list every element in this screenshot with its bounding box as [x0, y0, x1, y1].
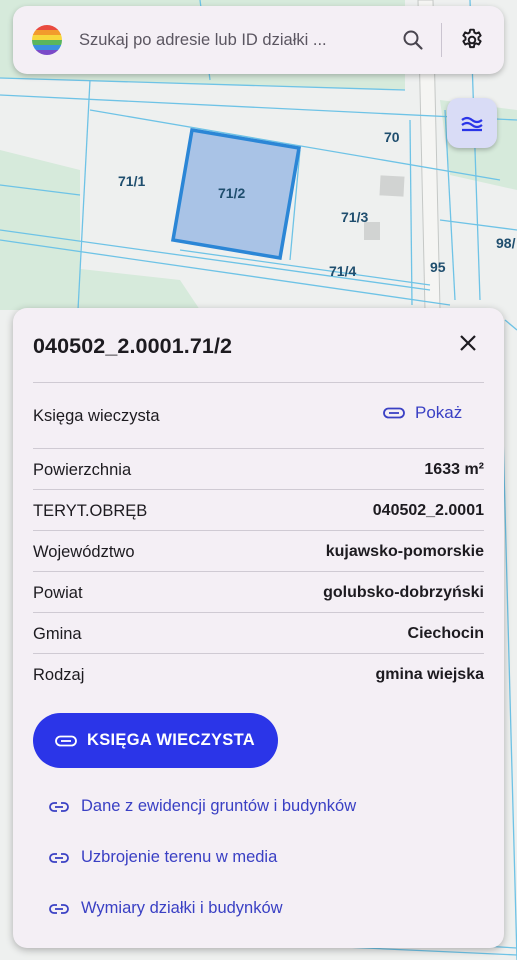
show-link-label: Pokaż: [415, 403, 463, 422]
layers-icon: [461, 116, 483, 132]
gear-icon[interactable]: [452, 20, 492, 60]
row-label: Województwo: [33, 543, 135, 561]
row-value: Ciechocin: [407, 625, 484, 642]
parcel-label: 71/4: [329, 263, 356, 279]
search-input[interactable]: [79, 30, 393, 50]
link-icon: [49, 852, 69, 863]
row-label: TERYT.OBRĘB: [33, 502, 148, 520]
cadastral-data-link[interactable]: Dane z ewidencji gruntów i budynków: [49, 797, 356, 816]
divider: [33, 489, 484, 490]
building: [379, 175, 405, 197]
divider: [33, 571, 484, 572]
divider: [33, 530, 484, 531]
link-label: Wymiary działki i budynków: [81, 899, 283, 917]
parcel-label: 71/3: [341, 209, 368, 225]
divider: [33, 382, 484, 383]
divider: [33, 612, 484, 613]
parcel-info-panel: 040502_2.0001.71/2 Księga wieczysta Poka…: [13, 308, 504, 948]
land-register-button-label: KSIĘGA WIECZYSTA: [87, 731, 255, 749]
parcel-label: 98/: [496, 235, 516, 251]
show-land-register-link[interactable]: Pokaż: [383, 403, 462, 423]
row-label: Rodzaj: [33, 666, 85, 684]
divider: [33, 448, 484, 449]
row-label: Księga wieczysta: [33, 407, 160, 425]
dimensions-link[interactable]: Wymiary działki i budynków: [49, 899, 283, 918]
link-icon: [49, 903, 69, 914]
search-bar: [13, 6, 504, 74]
link-label: Uzbrojenie terenu w media: [81, 848, 278, 866]
search-icon[interactable]: [393, 20, 433, 60]
row-value: 1633 m²: [424, 461, 484, 478]
row-value: 040502_2.0001: [372, 502, 484, 519]
land-register-button[interactable]: KSIĘGA WIECZYSTA: [33, 713, 278, 768]
row-value: gmina wiejska: [375, 666, 485, 683]
link-icon: [49, 801, 69, 812]
parcel-label: 71/2: [218, 185, 245, 201]
link-label: Dane z ewidencji gruntów i budynków: [81, 797, 357, 815]
row-label: Powierzchnia: [33, 461, 132, 479]
layers-button[interactable]: [447, 98, 497, 148]
close-icon[interactable]: [453, 328, 483, 358]
link-icon: [55, 735, 77, 746]
utilities-link[interactable]: Uzbrojenie terenu w media: [49, 848, 277, 867]
panel-title: 040502_2.0001.71/2: [33, 334, 233, 358]
parcel-label: 71/1: [118, 173, 145, 189]
parcel-label: 70: [384, 129, 400, 145]
row-label: Powiat: [33, 584, 83, 602]
link-icon: [383, 407, 405, 419]
search-divider: [441, 23, 442, 57]
row-value: kujawsko-pomorskie: [325, 543, 484, 560]
row-label: Gmina: [33, 625, 82, 643]
parcel-label: 95: [430, 259, 446, 275]
row-value: golubsko-dobrzyński: [323, 584, 484, 601]
rainbow-stripes-logo[interactable]: [31, 24, 63, 56]
divider: [33, 653, 484, 654]
